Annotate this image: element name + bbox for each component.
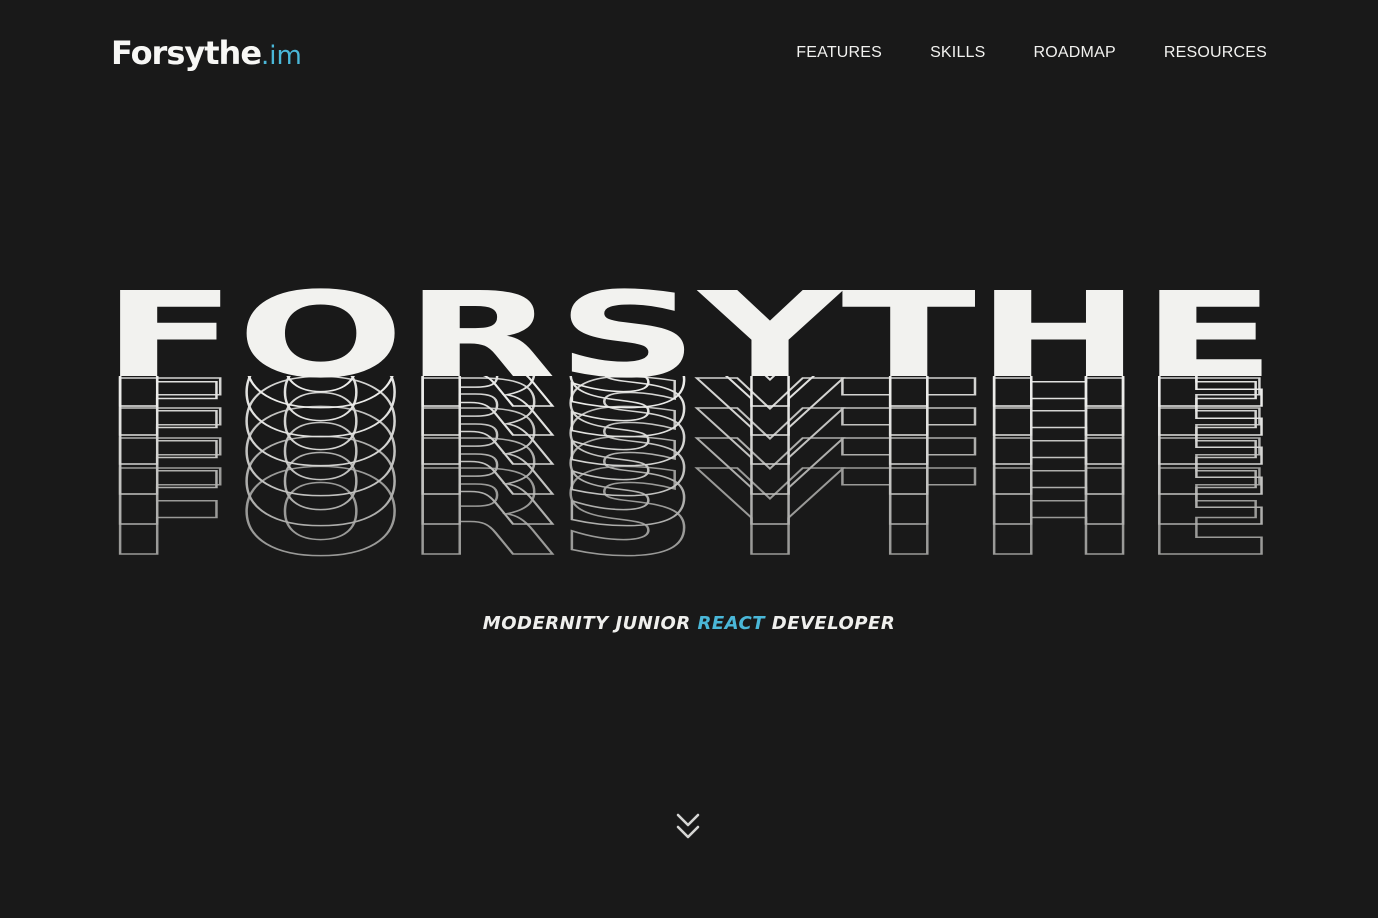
subtitle-accent: REACT	[697, 613, 765, 634]
subtitle-role: MODERNITY JUNIOR	[482, 613, 698, 634]
hero-title: FORSYTHE	[102, 266, 1276, 404]
chevrons-down-icon	[676, 813, 700, 839]
hero-title-graphic: FORSYTHE FORSYTHE FORSYTHE FORSYTHE FORS…	[95, 266, 1285, 583]
hero-subtitle: MODERNITY JUNIOR REACT DEVELOPER	[0, 612, 1378, 636]
subtitle-role-end: DEVELOPER	[764, 613, 896, 634]
scroll-down-button[interactable]	[674, 812, 702, 842]
